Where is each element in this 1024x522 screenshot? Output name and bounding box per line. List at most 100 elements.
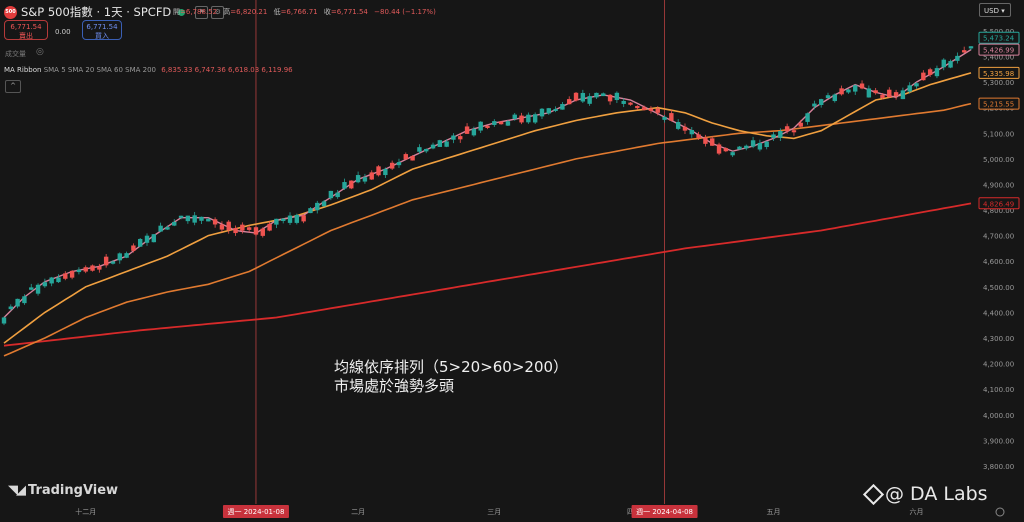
y-tick-label: 4,100.00 [983,386,1014,394]
candle-body [103,256,109,266]
candle-body [750,140,756,147]
candle-body [464,126,470,134]
tradingview-logo[interactable]: ◥◢ TradingView [8,483,118,498]
low-value: =6,766.71 [280,8,318,16]
candle-body [798,122,803,127]
collapse-legend-icon[interactable]: ^ [5,80,21,93]
candle-body [723,148,729,152]
candle-body [451,135,456,140]
candle-body [151,234,157,243]
change-value: −80.44 (−1.17%) [374,8,436,16]
candle-body [873,90,878,94]
candle-body [15,298,20,307]
volume-legend[interactable]: 成交量 [5,49,26,59]
price-chart[interactable]: 3,800.00 3,900.00 4,000.00 4,100.00 4,200.00… [0,0,1024,522]
candle-body [478,121,483,131]
candle-body [764,141,769,148]
tradingview-wordmark: TradingView [28,483,119,498]
candle-body [941,59,946,68]
candle-body [301,215,306,222]
candle-body [859,83,865,89]
candle-body [172,221,177,226]
candle-body [342,182,347,189]
candle-body [703,137,708,144]
ma-params: SMA 5 SMA 20 SMA 60 SMA 200 [43,66,156,74]
candle-body [580,92,586,102]
candle-body [662,116,667,120]
candle-body [921,72,926,81]
price-label: 5,426.99 [983,47,1014,55]
ma-values: 6,835.33 6,747.36 6,618.03 6,119.96 [161,66,293,74]
y-tick-label: 4,300.00 [983,335,1014,343]
candle-body [880,94,885,99]
candle-body [914,83,919,87]
candle-body [131,245,136,251]
candle-body [621,100,626,104]
candle-body [757,142,763,150]
candle-body [410,155,415,161]
currency-selector[interactable]: USD ▾ [979,3,1011,17]
candle-body [274,218,279,225]
sell-button[interactable]: 6,771.54 賣出 [4,20,48,40]
candle-body [355,175,361,183]
symbol-title[interactable]: S&P 500指數 · 1天 · SPCFD [21,4,171,20]
candle-body [839,88,844,95]
candle-body [607,94,613,102]
candle-body [206,218,211,222]
candle-body [955,55,960,61]
candle-body [90,265,95,271]
candle-body [594,92,599,98]
ma-ribbon-legend[interactable]: MA Ribbon SMA 5 SMA 20 SMA 60 SMA 200 6,… [4,66,293,74]
candle-body [846,89,851,93]
candle-body [76,269,82,273]
candle-body [887,89,892,98]
candle-body [853,85,858,92]
series-sma20 [3,72,972,344]
buy-button[interactable]: 6,771.54 買入 [82,20,122,40]
sell-label: 賣出 [19,32,33,40]
candle-body [927,69,933,75]
candle-body [185,215,191,222]
candle-body [328,190,334,199]
candle-body [8,306,14,310]
price-label: 4,826.49 [983,200,1014,208]
candle-body [710,138,715,146]
candle-body [246,227,252,230]
buy-label: 買入 [95,32,109,40]
candle-body [192,215,197,223]
candle-body [832,94,838,102]
candle-body [349,180,354,189]
candle-body [553,108,558,111]
candle-body [219,224,225,230]
axis-settings-icon[interactable] [995,507,1005,517]
ma-title: MA Ribbon [4,66,42,74]
candle-body [321,201,327,207]
candle-body [117,253,122,261]
candle-body [907,85,912,92]
series-sma200 [3,202,972,347]
candle-body [778,131,783,138]
candle-body [437,140,443,147]
candle-body [485,125,490,128]
candle-body [539,108,545,117]
candle-body [730,152,735,156]
price-label: 5,473.24 [983,35,1015,43]
candle-body [267,223,272,231]
candle-body [587,96,592,104]
annotation-line-2: 市場處於強勢多頭 [334,377,455,395]
candle-body [1,317,7,324]
candle-body [716,144,722,154]
candle-body [458,136,463,140]
x-tick-label: 三月 [487,508,501,516]
candle-body [178,215,184,218]
candle-body [628,102,633,105]
visibility-eye-icon[interactable]: ◎ [36,47,44,57]
date-highlight-label: 週一 2024-01-08 [228,507,285,516]
candle-body [56,277,61,283]
candle-body [49,277,54,284]
candle-body [744,145,749,149]
candle-body [791,130,797,133]
candle-body [934,68,940,77]
buy-price: 6,771.54 [86,23,118,31]
candle-body [825,95,831,99]
